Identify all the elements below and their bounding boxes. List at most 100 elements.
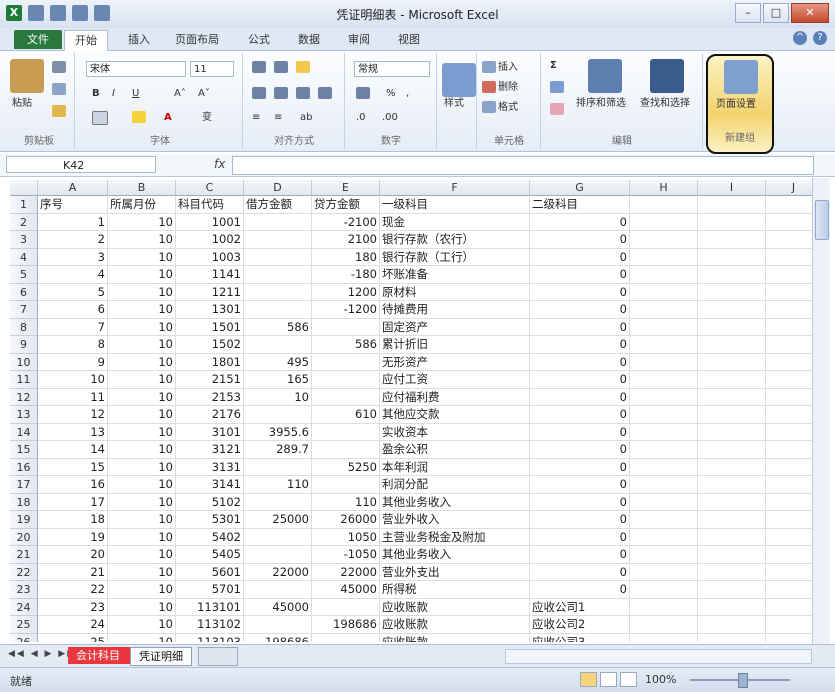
cell-D25[interactable]	[244, 616, 312, 634]
column-header[interactable]: C	[176, 180, 244, 196]
sheet-nav-buttons[interactable]: ◀◀ ◀ ▶ ▶▶	[8, 649, 76, 659]
shrink-font-icon[interactable]: A˅	[198, 87, 210, 101]
cell-G23[interactable]: 0	[530, 581, 630, 599]
cell-C9[interactable]: 1502	[176, 336, 244, 354]
cell-D14[interactable]: 3955.6	[244, 423, 312, 441]
insert-sheet-icon[interactable]	[198, 647, 238, 666]
cell-I19[interactable]	[698, 511, 766, 529]
cell-F5[interactable]: 坏账准备	[380, 266, 530, 284]
cell-E15[interactable]	[312, 441, 380, 459]
cell-I16[interactable]	[698, 458, 766, 476]
cell-A24[interactable]: 23	[38, 598, 108, 616]
cell-C21[interactable]: 5405	[176, 546, 244, 564]
cell-J5[interactable]	[766, 266, 812, 284]
grow-font-icon[interactable]: A˄	[174, 87, 186, 101]
vertical-scroll-thumb[interactable]	[815, 200, 829, 240]
cell-E21[interactable]: -1050	[312, 546, 380, 564]
cell-G12[interactable]: 0	[530, 388, 630, 406]
cell-A11[interactable]: 10	[38, 371, 108, 389]
cell-G19[interactable]: 0	[530, 511, 630, 529]
cell-C7[interactable]: 1301	[176, 301, 244, 319]
cell-J24[interactable]	[766, 599, 812, 616]
cell-J14[interactable]	[766, 424, 812, 441]
row-header[interactable]: 11	[10, 371, 38, 389]
cell-E22[interactable]: 22000	[312, 563, 380, 581]
cell-B8[interactable]: 10	[108, 318, 176, 336]
cell-A10[interactable]: 9	[38, 353, 108, 371]
align-center-icon[interactable]	[274, 87, 290, 101]
row-header[interactable]: 9	[10, 336, 38, 354]
cell-J13[interactable]	[766, 406, 812, 424]
cell-B17[interactable]: 10	[108, 476, 176, 494]
zoom-slider-thumb[interactable]	[738, 673, 748, 688]
cell-F18[interactable]: 其他业务收入	[380, 493, 530, 511]
row-header[interactable]: 22	[10, 563, 38, 581]
cell-G2[interactable]: 0	[530, 213, 630, 231]
cell-G20[interactable]: 0	[530, 528, 630, 546]
cell-F4[interactable]: 银行存款（工行）	[380, 248, 530, 266]
page-setup-icon[interactable]	[724, 60, 758, 94]
cell-A1[interactable]: 序号	[38, 196, 108, 214]
column-header[interactable]: E	[312, 180, 380, 196]
cell-J17[interactable]	[766, 476, 812, 494]
cell-C2[interactable]: 1001	[176, 213, 244, 231]
cell-B21[interactable]: 10	[108, 546, 176, 564]
format-cells-button[interactable]: 格式	[482, 101, 518, 115]
help-icon[interactable]: ?	[813, 31, 827, 45]
cell-H3[interactable]	[630, 231, 698, 249]
insert-cells-button[interactable]: 插入	[482, 61, 518, 75]
row-header[interactable]: 7	[10, 301, 38, 319]
close-button[interactable]: ✕	[791, 3, 829, 23]
wrap-text-icon[interactable]	[296, 61, 312, 75]
cell-F12[interactable]: 应付福利费	[380, 388, 530, 406]
cell-A22[interactable]: 21	[38, 563, 108, 581]
cell-J19[interactable]	[766, 511, 812, 529]
row-header[interactable]: 3	[10, 231, 38, 249]
cell-G3[interactable]: 0	[530, 231, 630, 249]
paste-button-label[interactable]: 粘贴	[12, 97, 32, 111]
cell-D26[interactable]: 198686	[244, 633, 312, 642]
cell-H24[interactable]	[630, 598, 698, 616]
cell-G13[interactable]: 0	[530, 406, 630, 424]
phonetic-icon[interactable]: 变	[202, 111, 212, 125]
page-layout-view-icon[interactable]	[600, 672, 617, 687]
tab-view[interactable]: 视图	[388, 30, 430, 49]
cell-E4[interactable]: 180	[312, 248, 380, 266]
cell-C20[interactable]: 5402	[176, 528, 244, 546]
cell-I2[interactable]	[698, 213, 766, 231]
font-size-select[interactable]: 11	[190, 61, 234, 77]
cell-B1[interactable]: 所属月份	[108, 196, 176, 214]
row-header[interactable]: 23	[10, 581, 38, 599]
cell-F11[interactable]: 应付工资	[380, 371, 530, 389]
cell-H19[interactable]	[630, 511, 698, 529]
page-setup-button[interactable]: 页面设置	[716, 98, 756, 112]
underline-icon[interactable]: U	[132, 87, 139, 101]
row-header[interactable]: 26	[10, 633, 38, 642]
cell-C26[interactable]: 113103	[176, 633, 244, 642]
cell-E24[interactable]	[312, 598, 380, 616]
row-header[interactable]: 4	[10, 248, 38, 266]
top-align-icon[interactable]	[252, 61, 268, 75]
cell-D8[interactable]: 586	[244, 318, 312, 336]
maximize-button[interactable]: □	[763, 3, 789, 23]
cell-D24[interactable]: 45000	[244, 598, 312, 616]
cell-I3[interactable]	[698, 231, 766, 249]
cell-B7[interactable]: 10	[108, 301, 176, 319]
clear-icon[interactable]	[550, 103, 566, 117]
tab-insert[interactable]: 插入	[118, 30, 160, 49]
cell-D7[interactable]	[244, 301, 312, 319]
cell-J20[interactable]	[766, 529, 812, 546]
cell-G11[interactable]: 0	[530, 371, 630, 389]
cell-D20[interactable]	[244, 528, 312, 546]
cell-H10[interactable]	[630, 353, 698, 371]
cell-E9[interactable]: 586	[312, 336, 380, 354]
number-format-select[interactable]: 常规	[354, 61, 430, 77]
row-header[interactable]: 16	[10, 458, 38, 476]
cell-F8[interactable]: 固定资产	[380, 318, 530, 336]
find-select-button-label[interactable]: 查找和选择	[640, 97, 690, 111]
cell-C16[interactable]: 3131	[176, 458, 244, 476]
cell-H12[interactable]	[630, 388, 698, 406]
cell-C15[interactable]: 3121	[176, 441, 244, 459]
cell-J10[interactable]	[766, 354, 812, 371]
percent-icon[interactable]: %	[386, 87, 396, 101]
